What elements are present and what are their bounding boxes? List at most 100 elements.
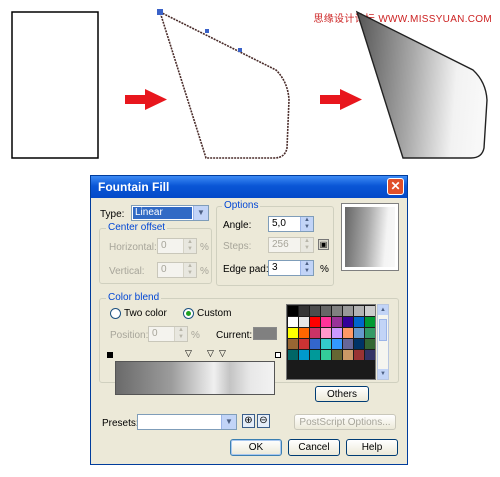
horizontal-input[interactable]: 0 ▲ ▼ xyxy=(157,238,197,254)
palette-swatch[interactable] xyxy=(310,306,320,316)
spin-arrows-icon: ▲ ▼ xyxy=(300,217,313,231)
gradient-ribbon[interactable] xyxy=(115,361,275,395)
presets-label: Presets: xyxy=(102,418,139,429)
palette-swatch[interactable] xyxy=(310,339,320,349)
palette-swatch[interactable] xyxy=(310,328,320,338)
illustration-steps xyxy=(11,9,488,159)
palette-swatch[interactable] xyxy=(365,317,375,327)
add-preset-icon[interactable]: ⊕ xyxy=(242,414,255,428)
spin-arrows-icon: ▲ ▼ xyxy=(174,327,187,341)
palette-swatch[interactable] xyxy=(288,317,298,327)
palette-swatch[interactable] xyxy=(299,350,309,360)
scroll-up-icon: ▲ xyxy=(378,305,388,315)
palette-swatch[interactable] xyxy=(288,339,298,349)
center-offset-title: Center offset xyxy=(106,222,168,233)
spin-arrows-icon: ▲ ▼ xyxy=(183,239,196,253)
type-label: Type: xyxy=(100,209,125,220)
edge-pad-label: Edge pad: xyxy=(223,264,269,275)
palette-swatch[interactable] xyxy=(299,328,309,338)
palette-swatch[interactable] xyxy=(343,350,353,360)
horizontal-unit: % xyxy=(200,242,209,253)
palette-swatch[interactable] xyxy=(321,339,331,349)
palette-swatch[interactable] xyxy=(321,328,331,338)
postscript-options-button[interactable]: PostScript Options... xyxy=(294,414,396,430)
start-marker-icon[interactable] xyxy=(107,352,113,358)
node-handle xyxy=(157,9,163,15)
palette-swatch[interactable] xyxy=(365,350,375,360)
edge-pad-input[interactable]: 3 ▲ ▼ xyxy=(268,260,314,276)
stop-marker-icon[interactable]: ▽ xyxy=(185,348,192,359)
angle-label: Angle: xyxy=(223,220,252,231)
trapezoid-filled-shape xyxy=(355,10,488,159)
palette-swatch[interactable] xyxy=(310,350,320,360)
two-color-radio[interactable] xyxy=(110,308,121,319)
angle-input[interactable]: 5,0 ▲ ▼ xyxy=(268,216,314,232)
current-label: Current: xyxy=(216,330,253,341)
palette-swatch[interactable] xyxy=(332,328,342,338)
remove-preset-icon[interactable]: ⊖ xyxy=(257,414,270,428)
color-palette[interactable] xyxy=(286,304,376,380)
two-color-label: Two color xyxy=(124,308,167,319)
vertical-input[interactable]: 0 ▲ ▼ xyxy=(157,262,197,278)
palette-swatch[interactable] xyxy=(343,306,353,316)
palette-swatch[interactable] xyxy=(343,339,353,349)
palette-swatch[interactable] xyxy=(321,317,331,327)
palette-swatch[interactable] xyxy=(343,317,353,327)
scroll-thumb[interactable] xyxy=(379,319,387,341)
horizontal-label: Horizontal: xyxy=(109,242,157,253)
stop-marker-icon[interactable]: ▽ xyxy=(219,348,226,359)
fountain-fill-dialog: Fountain Fill ✕ Type: Linear ▼ Center of… xyxy=(90,175,408,465)
palette-swatch[interactable] xyxy=(343,328,353,338)
lock-icon[interactable]: ▣ xyxy=(318,239,329,250)
palette-swatch[interactable] xyxy=(332,317,342,327)
palette-swatch[interactable] xyxy=(354,339,364,349)
position-unit: % xyxy=(191,330,200,341)
cancel-button[interactable]: Cancel xyxy=(288,439,340,456)
palette-swatch[interactable] xyxy=(288,306,298,316)
palette-swatch[interactable] xyxy=(354,317,364,327)
palette-swatch[interactable] xyxy=(332,306,342,316)
steps-input[interactable]: 256 ▲ ▼ xyxy=(268,237,314,253)
type-select[interactable]: Linear ▼ xyxy=(131,205,209,221)
close-icon: ✕ xyxy=(390,179,401,193)
spin-arrows-icon: ▲ ▼ xyxy=(300,238,313,252)
presets-select[interactable]: ▼ xyxy=(137,414,237,430)
edge-pad-unit: % xyxy=(320,264,329,275)
palette-scrollbar[interactable]: ▲ ▼ xyxy=(377,304,389,380)
palette-swatch[interactable] xyxy=(332,350,342,360)
current-color-swatch[interactable] xyxy=(253,327,277,340)
fill-preview xyxy=(341,203,399,271)
palette-swatch[interactable] xyxy=(288,350,298,360)
vertical-unit: % xyxy=(200,266,209,277)
palette-swatch[interactable] xyxy=(321,306,331,316)
palette-swatch[interactable] xyxy=(354,350,364,360)
palette-swatch[interactable] xyxy=(365,328,375,338)
palette-swatch[interactable] xyxy=(310,317,320,327)
arrow-icon xyxy=(125,89,167,110)
palette-swatch[interactable] xyxy=(299,317,309,327)
custom-radio[interactable] xyxy=(183,308,194,319)
others-button[interactable]: Others xyxy=(315,386,369,402)
end-marker-icon[interactable] xyxy=(275,352,281,358)
spin-arrows-icon: ▲ ▼ xyxy=(183,263,196,277)
dialog-title: Fountain Fill xyxy=(98,180,170,194)
close-button[interactable]: ✕ xyxy=(387,178,404,195)
trapezoid-edit-shape xyxy=(158,10,290,159)
color-blend-title: Color blend xyxy=(106,292,162,303)
palette-swatch[interactable] xyxy=(354,306,364,316)
palette-swatch[interactable] xyxy=(354,328,364,338)
palette-swatch[interactable] xyxy=(365,339,375,349)
steps-label: Steps: xyxy=(223,241,252,252)
palette-swatch[interactable] xyxy=(288,328,298,338)
palette-swatch[interactable] xyxy=(332,339,342,349)
help-button[interactable]: Help xyxy=(346,439,398,456)
stop-marker-icon[interactable]: ▽ xyxy=(207,348,214,359)
ok-button[interactable]: OK xyxy=(230,439,282,456)
chevron-down-icon: ▼ xyxy=(193,206,208,220)
palette-swatch[interactable] xyxy=(321,350,331,360)
palette-swatch[interactable] xyxy=(299,339,309,349)
vertical-label: Vertical: xyxy=(109,266,145,277)
position-input[interactable]: 0 ▲ ▼ xyxy=(148,326,188,342)
palette-swatch[interactable] xyxy=(299,306,309,316)
palette-swatch[interactable] xyxy=(365,306,375,316)
